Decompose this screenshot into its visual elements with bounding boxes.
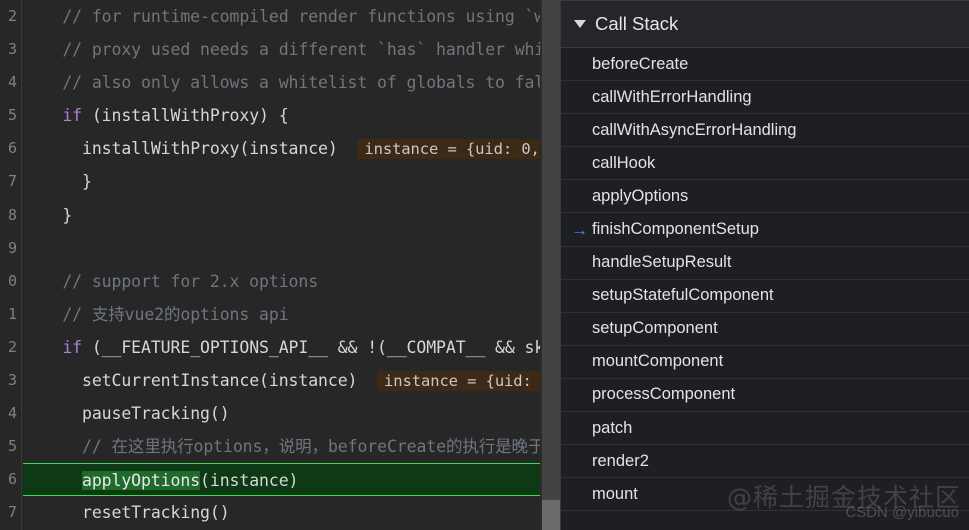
code-comment: // 支持vue2的options api <box>62 304 289 324</box>
call-stack-frame-label: setupComponent <box>592 319 718 338</box>
code-text: (instance) <box>200 471 299 491</box>
code-keyword: if <box>62 106 83 126</box>
call-stack-frame-label: callWithAsyncErrorHandling <box>592 120 797 139</box>
code-line[interactable]: // also only allows a whitelist of globa… <box>23 66 560 99</box>
call-stack-frame[interactable]: mount <box>561 478 969 512</box>
selected-token[interactable]: applyOptions <box>82 471 200 491</box>
code-line[interactable]: // support for 2.x options <box>23 265 560 298</box>
code-content[interactable]: // for runtime-compiled render functions… <box>0 0 560 530</box>
code-line-highlighted[interactable]: applyOptions(instance) <box>23 463 560 497</box>
code-line[interactable]: } <box>23 165 560 198</box>
code-line[interactable] <box>23 232 560 265</box>
code-text: installWithProxy(instance) <box>82 139 338 159</box>
code-comment: // proxy used needs a different `has` ha… <box>62 40 555 60</box>
call-stack-frame[interactable]: setupComponent <box>561 313 969 346</box>
code-text: setCurrentInstance(instance) <box>82 371 358 391</box>
call-stack-frame[interactable]: callWithErrorHandling <box>561 81 969 115</box>
code-line[interactable]: setCurrentInstance(instance) instance = … <box>23 364 560 397</box>
code-comment: // for runtime-compiled render functions… <box>62 7 555 26</box>
code-comment: // support for 2.x options <box>62 271 319 291</box>
call-stack-panel: Call Stack beforeCreate callWithErrorHand… <box>560 0 969 530</box>
call-stack-frame[interactable]: applyOptions <box>561 180 969 214</box>
code-text: (installWithProxy) { <box>82 106 289 126</box>
call-stack-frame-label: applyOptions <box>592 186 689 205</box>
code-line[interactable]: resetTracking() <box>23 496 560 529</box>
call-stack-frame[interactable]: setupStatefulComponent <box>561 280 969 313</box>
call-stack-frame[interactable]: render2 <box>561 445 969 479</box>
debugger-screen: 2345678901234567890123456 // for runtime… <box>0 0 969 530</box>
call-stack-frame-label: callWithErrorHandling <box>592 87 752 106</box>
code-comment: // also only allows a whitelist of globa… <box>62 73 555 93</box>
call-stack-frame-label: handleSetupResult <box>592 253 732 272</box>
call-stack-frame[interactable]: callWithAsyncErrorHandling <box>561 114 969 148</box>
code-text: resetTracking() <box>82 503 230 523</box>
code-line[interactable]: pauseTracking() <box>23 397 560 430</box>
call-stack-frame-label: render2 <box>592 451 649 470</box>
call-stack-header[interactable]: Call Stack <box>561 0 969 48</box>
call-stack-frame-label: processComponent <box>592 385 736 404</box>
code-text: (__FEATURE_OPTIONS_API__ && !(__COMPAT__… <box>82 337 560 357</box>
code-comment: // 在这里执行options，说明，beforeCreate的执行是晚于s <box>82 437 555 457</box>
code-line[interactable]: // 在这里执行options，说明，beforeCreate的执行是晚于s <box>23 430 560 463</box>
code-line[interactable]: // for runtime-compiled render functions… <box>23 0 560 33</box>
call-stack-title: Call Stack <box>595 13 679 34</box>
call-stack-frame-label: setupStatefulComponent <box>592 286 774 305</box>
call-stack-frame-label: mount <box>592 484 638 503</box>
call-stack-frame-label: patch <box>592 418 633 437</box>
editor-vertical-scrollbar[interactable] <box>542 0 560 530</box>
chevron-down-icon[interactable] <box>574 20 586 28</box>
call-stack-frame[interactable]: mountComponent <box>561 346 969 379</box>
call-stack-frame[interactable]: callHook <box>561 147 969 181</box>
code-line[interactable]: if (installWithProxy) { <box>23 99 560 132</box>
call-stack-frame[interactable]: handleSetupResult <box>561 247 969 280</box>
current-frame-arrow-icon: → <box>571 220 588 240</box>
code-line[interactable]: if (__FEATURE_OPTIONS_API__ && !(__COMPA… <box>23 331 560 364</box>
code-line[interactable]: installWithProxy(instance) instance = {u… <box>23 132 560 165</box>
call-stack-frame-label: callHook <box>592 153 656 172</box>
call-stack-list[interactable]: beforeCreate callWithErrorHandling callWit… <box>561 48 969 512</box>
call-stack-frame-label: mountComponent <box>592 352 724 371</box>
code-keyword: if <box>62 337 83 357</box>
code-line[interactable]: // 支持vue2的options api <box>23 298 560 331</box>
scrollbar-thumb[interactable] <box>542 500 560 530</box>
call-stack-frame-label: finishComponentSetup <box>592 220 759 239</box>
call-stack-frame[interactable]: processComponent <box>561 379 969 413</box>
code-text: } <box>82 172 92 192</box>
code-text: pauseTracking() <box>82 404 230 424</box>
call-stack-frame[interactable]: → finishComponentSetup <box>561 213 969 247</box>
call-stack-frame[interactable]: patch <box>561 412 969 446</box>
code-line[interactable]: } <box>23 199 560 232</box>
code-editor[interactable]: 2345678901234567890123456 // for runtime… <box>0 0 560 530</box>
inline-debug-value: instance = {uid: 0, <box>357 139 547 160</box>
code-text: } <box>62 205 73 225</box>
inline-debug-value: instance = {uid: 0, <box>377 371 560 392</box>
code-line[interactable]: // proxy used needs a different `has` ha… <box>23 33 560 66</box>
call-stack-frame-label: beforeCreate <box>592 54 689 73</box>
call-stack-frame[interactable]: beforeCreate <box>561 48 969 82</box>
